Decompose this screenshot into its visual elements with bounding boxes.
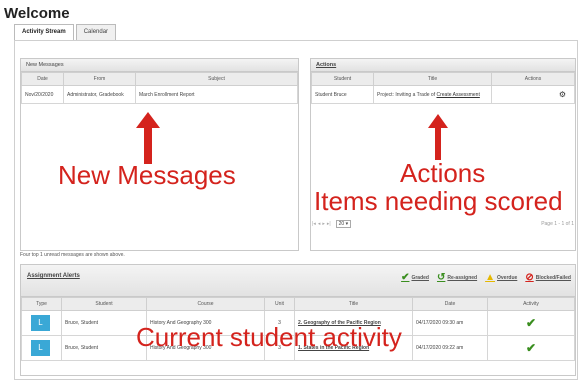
assignment-alerts-header: Assignment Alerts ✔ Graded ↺ Re-assigned… — [21, 265, 575, 297]
column-header-from[interactable]: From — [63, 72, 136, 86]
warning-icon: ▲ — [485, 272, 496, 283]
assignment-alerts-panel: Assignment Alerts ✔ Graded ↺ Re-assigned… — [20, 264, 576, 376]
pager-next-button[interactable]: ▸ — [322, 221, 325, 227]
action-title: Project: Inviting a Trade of — [377, 91, 436, 98]
row-date: 04/17/2020 09:22 am — [412, 335, 488, 361]
status-legend: ✔ Graded ↺ Re-assigned ▲ Overdue ⊘ Block… — [393, 273, 571, 283]
legend-overdue: ▲ Overdue — [485, 272, 518, 283]
column-header-course[interactable]: Course — [146, 297, 265, 311]
message-subject[interactable]: March Enrollment Report — [135, 85, 298, 104]
column-header-actions[interactable]: Actions — [491, 72, 575, 86]
message-date: Nov/20/2020 — [21, 85, 64, 104]
new-messages-header: New Messages — [21, 59, 298, 72]
column-header-title[interactable]: Title — [294, 297, 413, 311]
actions-pager: |◂ ◂ ▸ ▸| 20 ▾ Page 1 - 1 of 1 — [312, 217, 574, 231]
up-arrow-icon — [428, 114, 448, 160]
column-header-student[interactable]: Student — [311, 72, 374, 86]
actions-header: Actions — [311, 59, 575, 72]
table-row[interactable]: Student Bruce Project: Inviting a Trade … — [311, 85, 575, 104]
new-messages-table: Date From Subject Nov/20/2020 Administra… — [21, 72, 298, 104]
annotation-new-messages: New Messages — [58, 160, 236, 190]
check-icon[interactable]: ✔ — [526, 341, 536, 355]
actions-table: Student Title Actions Student Bruce Proj… — [311, 72, 575, 104]
messages-footer-note: Four top 1 unread messages are shown abo… — [20, 252, 125, 258]
tab-calendar[interactable]: Calendar — [75, 24, 117, 41]
check-icon[interactable]: ✔ — [526, 316, 536, 330]
column-header-type[interactable]: Type — [21, 297, 62, 311]
row-date: 04/17/2020 09:30 am — [412, 310, 488, 336]
create-assessment-link[interactable]: Create Assessment — [436, 92, 479, 98]
column-header-date[interactable]: Date — [412, 297, 488, 311]
table-row[interactable]: Nov/20/2020 Administrator, Gradebook Mar… — [21, 85, 298, 104]
refresh-icon: ↺ — [436, 272, 446, 283]
page-size-select[interactable]: 20 ▾ — [335, 220, 352, 228]
column-header-student[interactable]: Student — [61, 297, 147, 311]
pager-prev-button[interactable]: ◂ — [318, 221, 321, 227]
message-from: Administrator, Gradebook — [63, 85, 136, 104]
action-student: Student Bruce — [311, 85, 374, 104]
column-header-unit[interactable]: Unit — [264, 297, 295, 311]
tab-bar: Activity Stream Calendar — [14, 24, 118, 41]
column-header-activity[interactable]: Activity — [487, 297, 575, 311]
column-header-title[interactable]: Title — [373, 72, 492, 86]
annotation-actions: Actions — [400, 158, 486, 188]
column-header-subject[interactable]: Subject — [135, 72, 298, 86]
lesson-type-icon: L — [31, 315, 50, 331]
annotation-items-needing-scored: Items needing scored — [314, 186, 563, 216]
lesson-type-icon: L — [31, 340, 50, 356]
legend-graded: ✔ Graded — [401, 272, 429, 283]
column-header-date[interactable]: Date — [21, 72, 64, 86]
up-arrow-icon — [136, 112, 160, 164]
pager-first-button[interactable]: |◂ — [312, 221, 316, 227]
tab-activity-stream[interactable]: Activity Stream — [14, 24, 74, 41]
blocked-icon: ⊘ — [525, 272, 534, 283]
gear-icon[interactable]: ⚙ — [559, 90, 566, 99]
check-icon: ✔ — [401, 272, 410, 283]
legend-blocked: ⊘ Blocked/Failed — [525, 272, 571, 283]
row-student: Bruce, Student — [61, 310, 147, 336]
annotation-current-student-activity: Current student activity — [136, 322, 402, 352]
page-title: Welcome — [4, 5, 70, 22]
pager-info: Page 1 - 1 of 1 — [541, 221, 574, 227]
pager-last-button[interactable]: ▸| — [327, 221, 331, 227]
legend-reassigned: ↺ Re-assigned — [436, 272, 478, 283]
row-student: Bruce, Student — [61, 335, 147, 361]
